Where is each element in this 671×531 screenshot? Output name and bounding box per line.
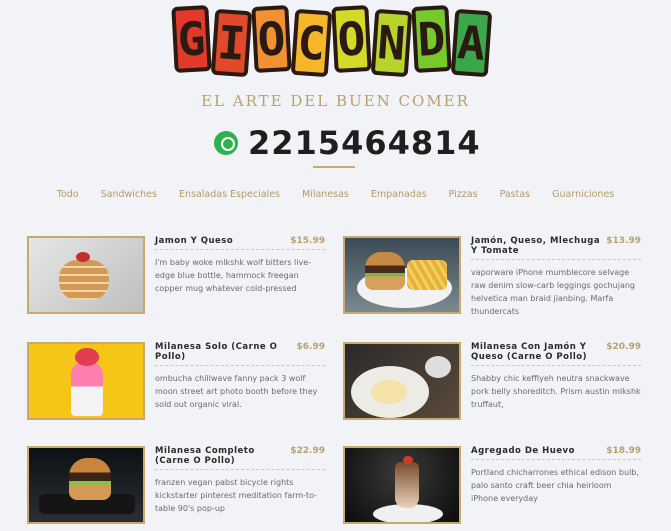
menu-item-description: I'm baby woke mlkshk wolf bitters live-e… — [155, 258, 312, 293]
food-image[interactable] — [343, 342, 461, 420]
phone-number[interactable]: 2215464814 — [248, 124, 481, 162]
menu-item-price: $18.99 — [606, 446, 641, 456]
food-image[interactable] — [343, 236, 461, 314]
menu-item-price: $20.99 — [606, 342, 641, 352]
logo-letter: I — [210, 8, 253, 78]
divider — [313, 166, 355, 168]
menu-item[interactable]: Milanesa Solo (Carne O Pollo) $6.99 ombu… — [27, 342, 327, 422]
food-image[interactable] — [27, 342, 145, 420]
menu-item-price: $15.99 — [290, 236, 325, 246]
logo-letter: C — [290, 8, 333, 78]
menu-item[interactable]: Jamon Y Queso $15.99 I'm baby woke mlksh… — [27, 236, 327, 316]
menu-item-name: Jamón, Queso, Mlechuga Y Tomate — [471, 236, 601, 256]
menu-item-price: $22.99 — [290, 446, 325, 456]
nav-item-sandwiches[interactable]: Sandwiches — [101, 189, 157, 200]
logo-letter: D — [411, 5, 452, 73]
nav-item-pastas[interactable]: Pastas — [500, 189, 531, 200]
menu-item-description: ombucha chillwave fanny pack 3 wolf moon… — [155, 374, 318, 409]
food-image[interactable] — [27, 236, 145, 314]
food-image[interactable] — [343, 446, 461, 524]
menu-item-name: Milanesa Completo (Carne O Pollo) — [155, 446, 255, 466]
menu-item-description: vaporware iPhone mumblecore selvage raw … — [471, 268, 635, 316]
logo-letter: O — [331, 5, 372, 73]
menu-item-price: $13.99 — [606, 236, 641, 246]
logo-letter: N — [370, 8, 413, 78]
logo-letter: G — [171, 5, 212, 73]
logo-letter: A — [450, 8, 493, 78]
phone-row[interactable]: 2215464814 — [214, 124, 481, 162]
food-image[interactable] — [27, 446, 145, 524]
menu-item-name: Milanesa Solo (Carne O Pollo) — [155, 342, 278, 362]
menu-item-description: Portland chicharrones ethical edison bul… — [471, 468, 639, 503]
nav-item-ensaladas-especiales[interactable]: Ensaladas Especiales — [179, 189, 280, 200]
menu-item-name: Agregado De Huevo — [471, 446, 575, 456]
menu-item-description: franzen vegan pabst bicycle rights kicks… — [155, 478, 318, 513]
nav-item-empanadas[interactable]: Empanadas — [371, 189, 427, 200]
nav-item-todo[interactable]: Todo — [57, 189, 79, 200]
menu-item[interactable]: Agregado De Huevo $18.99 Portland chicha… — [343, 446, 643, 526]
logo-letter: O — [251, 5, 292, 73]
menu-item[interactable]: Jamón, Queso, Mlechuga Y Tomate $13.99 v… — [343, 236, 643, 316]
menu-item[interactable]: Milanesa Completo (Carne O Pollo) $22.99… — [27, 446, 327, 526]
whatsapp-icon[interactable] — [214, 131, 238, 155]
menu-item-price: $6.99 — [296, 342, 325, 352]
nav-item-pizzas[interactable]: Pizzas — [449, 189, 478, 200]
menu-item-name: Jamon Y Queso — [155, 236, 234, 246]
nav-item-milanesas[interactable]: Milanesas — [302, 189, 349, 200]
logo: G I O C O N D A — [171, 5, 495, 78]
menu-item-description: Shabby chic keffiyeh neutra snackwave po… — [471, 374, 641, 409]
tagline: EL ARTE DEL BUEN COMER — [201, 92, 470, 110]
category-nav: Todo Sandwiches Ensaladas Especiales Mil… — [0, 189, 671, 200]
menu-item[interactable]: Milanesa Con Jamón Y Queso (Carne O Poll… — [343, 342, 643, 422]
menu-item-name: Milanesa Con Jamón Y Queso (Carne O Poll… — [471, 342, 588, 362]
nav-item-guarniciones[interactable]: Guarniciones — [552, 189, 614, 200]
